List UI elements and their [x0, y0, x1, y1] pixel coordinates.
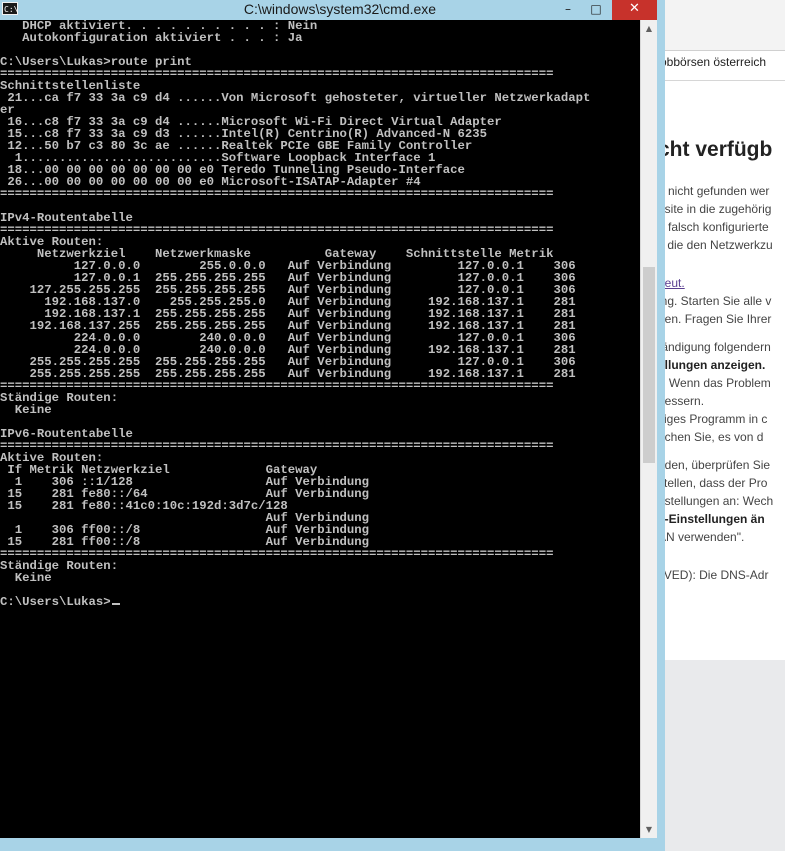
scroll-up-arrow-icon[interactable]: ▲ — [641, 20, 657, 37]
title-bar[interactable]: C:\ C:\windows\system32\cmd.exe – □ ✕ — [0, 0, 665, 20]
page-text-line: ellungen anzeigen. — [658, 358, 766, 372]
console-line: Keine — [0, 571, 52, 585]
vertical-scrollbar[interactable]: ▲ ▼ — [640, 20, 657, 838]
console-line: 21...ca f7 33 3a c9 d4 ......Von Microso… — [0, 91, 591, 105]
console-text: DHCP aktiviert. . . . . . . . . . : Nein… — [0, 20, 640, 608]
page-link[interactable]: neut. — [658, 274, 785, 292]
page-text-line: l, die den Netzwerkzu — [658, 238, 773, 252]
page-text-line: n nicht gefunden wer — [658, 184, 770, 198]
window-title: C:\windows\system32\cmd.exe — [243, 1, 437, 17]
page-text-line: siges Programm in c — [658, 412, 768, 426]
scroll-thumb[interactable] — [643, 267, 655, 463]
page-text-line: ". Wenn das Problem — [658, 376, 771, 390]
cmd-icon[interactable]: C:\ — [2, 2, 18, 15]
close-button[interactable]: ✕ — [612, 0, 657, 20]
page-text-line: AN verwenden". — [658, 530, 745, 544]
maximize-button[interactable]: □ — [583, 0, 609, 20]
page-text-line: y-Einstellungen än — [658, 512, 765, 526]
page-text-line: nstellungen an: Wech — [658, 494, 774, 508]
console-prompt[interactable]: C:\Users\Lukas> — [0, 595, 111, 609]
page-text-line: nden, überprüfen Sie — [658, 458, 771, 472]
page-text-line: uchen Sie, es von d — [658, 430, 764, 444]
page-text-line: ing. Starten Sie alle v — [658, 294, 772, 308]
console-line: ========================================… — [0, 187, 554, 201]
console-output[interactable]: DHCP aktiviert. . . . . . . . . . : Nein… — [0, 20, 640, 838]
page-text-line: bessern. — [658, 394, 705, 408]
minimize-button[interactable]: – — [555, 0, 581, 20]
page-text-line: n falsch konfigurierte — [658, 220, 769, 234]
console-line: Keine — [0, 403, 52, 417]
page-heading: cht verfügb — [658, 138, 773, 161]
text-cursor — [111, 603, 120, 605]
bookmark-item[interactable]: obbörsen österreich — [660, 55, 785, 71]
page-text-block: n nicht gefunden wer osite in die zugehör… — [658, 182, 785, 584]
page-text-line: stellen, dass der Pro — [658, 476, 768, 490]
page-text-line: tändigung folgendern — [658, 340, 771, 354]
console-line: Autokonfiguration aktiviert . . . : Ja — [0, 31, 303, 45]
window-frame-bottom — [0, 838, 665, 851]
page-text-line: gen. Fragen Sie Ihrer — [658, 312, 772, 326]
window-frame-right — [657, 20, 665, 838]
page-text-line: LVED): Die DNS-Adr — [658, 568, 769, 582]
scroll-down-arrow-icon[interactable]: ▼ — [641, 821, 657, 838]
page-text-line: osite in die zugehörig — [658, 202, 772, 216]
cmd-window[interactable]: C:\ C:\windows\system32\cmd.exe – □ ✕ DH… — [0, 0, 665, 851]
